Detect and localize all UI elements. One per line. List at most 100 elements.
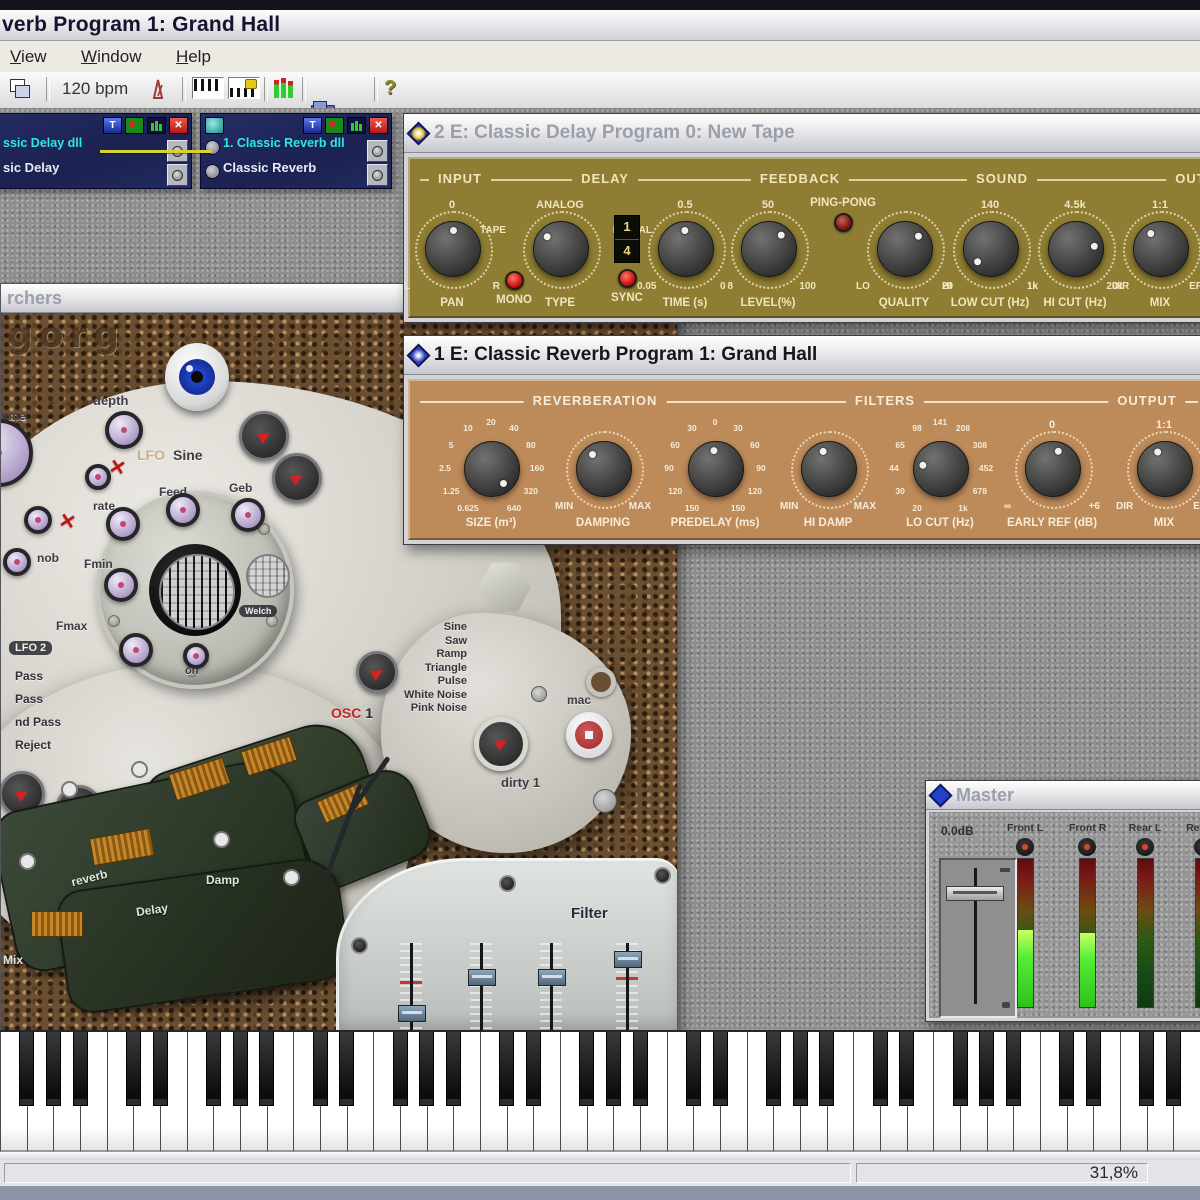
module-icon[interactable] (205, 117, 224, 134)
filter-slider-2[interactable] (467, 943, 495, 1030)
menu-help[interactable]: Help (176, 41, 211, 72)
piano-keyboard[interactable] (0, 1030, 1200, 1154)
module-meter-icon[interactable] (147, 117, 166, 134)
level-meter-icon[interactable] (272, 77, 296, 99)
piano-black-key[interactable] (793, 1032, 808, 1106)
module-button[interactable] (367, 164, 388, 186)
predelay-knob[interactable]: 1501209060300306090120150 (663, 435, 767, 501)
menu-window[interactable]: Window (81, 41, 141, 72)
piano-black-key[interactable] (633, 1032, 648, 1106)
piano-black-key[interactable] (766, 1032, 781, 1106)
geb-label: Geb (229, 481, 252, 495)
piano-black-key[interactable] (1139, 1032, 1154, 1106)
piano-black-key[interactable] (339, 1032, 354, 1106)
piano-black-key[interactable] (1086, 1032, 1101, 1106)
piano-black-key[interactable] (1059, 1032, 1074, 1106)
main-titlebar[interactable]: verb Program 1: Grand Hall (0, 10, 1200, 41)
module-close-icon[interactable]: ✕ (169, 117, 188, 134)
metronome-icon[interactable] (146, 77, 170, 101)
piano-black-key[interactable] (526, 1032, 541, 1106)
piano-black-key[interactable] (873, 1032, 888, 1106)
menu-view[interactable]: View (10, 41, 47, 72)
small-knob[interactable] (24, 506, 52, 534)
meter-peak-knob[interactable] (1078, 838, 1096, 856)
help-icon[interactable]: ? (384, 77, 396, 101)
piano-black-key[interactable] (73, 1032, 88, 1106)
geb-knob[interactable] (231, 498, 265, 532)
piano-black-key[interactable] (393, 1032, 408, 1106)
damping-knob[interactable] (551, 435, 655, 501)
mac-button[interactable] (566, 712, 612, 758)
knob-scale-value: 90 (664, 463, 673, 473)
reverb-mix-knob[interactable] (1112, 435, 1200, 501)
locut-knob[interactable]: 20304465981412083084526781k (888, 435, 992, 501)
filter-slider-3[interactable] (537, 943, 565, 1030)
piano-black-key[interactable] (819, 1032, 834, 1106)
waveform-knob[interactable]: ▶ (356, 651, 398, 693)
piano-black-key[interactable] (206, 1032, 221, 1106)
module-button[interactable] (367, 140, 388, 162)
filter-slider-4[interactable] (613, 943, 641, 1030)
pingpong-led[interactable] (834, 213, 853, 232)
piano-black-key[interactable] (419, 1032, 434, 1106)
small-button[interactable] (531, 686, 547, 702)
size-knob[interactable]: 0.6251.252.5510204080160320640 (439, 435, 543, 501)
piano-black-key[interactable] (313, 1032, 328, 1106)
module-knob[interactable] (205, 164, 220, 179)
module-classic-reverb[interactable]: T ✕ 1. Classic Reverb dll Classic Reverb (200, 113, 392, 189)
module-palette-icon[interactable] (325, 117, 344, 134)
piano-black-key[interactable] (126, 1032, 141, 1106)
piano-black-key[interactable] (1166, 1032, 1181, 1106)
piano-black-key[interactable] (579, 1032, 594, 1106)
grid-knob[interactable] (246, 554, 290, 598)
small-knob[interactable] (3, 548, 31, 576)
piano-black-key[interactable] (19, 1032, 34, 1106)
piano-black-key[interactable] (446, 1032, 461, 1106)
module-close-icon[interactable]: ✕ (369, 117, 388, 134)
piano-black-key[interactable] (686, 1032, 701, 1106)
depth-knob[interactable] (105, 411, 143, 449)
piano-black-key[interactable] (233, 1032, 248, 1106)
filter-slider-1[interactable] (397, 943, 425, 1030)
module-connection-cable[interactable] (100, 150, 212, 153)
module-t-icon[interactable]: T (303, 117, 322, 134)
piano-black-key[interactable] (713, 1032, 728, 1106)
piano-black-key[interactable] (953, 1032, 968, 1106)
master-fader[interactable] (939, 858, 1017, 1018)
feed-knob[interactable] (166, 493, 200, 527)
dark-knob[interactable]: ▶ (272, 453, 322, 503)
mix-knob[interactable] (1108, 215, 1200, 281)
fmax-knob[interactable] (119, 633, 153, 667)
piano-black-key[interactable] (606, 1032, 621, 1106)
piano-black-key[interactable] (899, 1032, 914, 1106)
small-button[interactable] (593, 789, 617, 813)
piano-black-key[interactable] (1006, 1032, 1021, 1106)
main-dial-cap[interactable] (159, 554, 235, 630)
module-meter-icon[interactable] (347, 117, 366, 134)
hidamp-knob[interactable] (776, 435, 880, 501)
piano-black-key[interactable] (979, 1032, 994, 1106)
delay-window-titlebar[interactable]: 2 E: Classic Delay Program 0: New Tape (404, 114, 1200, 153)
earlyref-knob[interactable] (1000, 435, 1104, 501)
piano-black-key[interactable] (153, 1032, 168, 1106)
piano-black-key[interactable] (259, 1032, 274, 1106)
master-window-titlebar[interactable]: Master (926, 781, 1200, 810)
module-button[interactable] (167, 164, 188, 186)
dark-knob[interactable]: ▶ (239, 411, 289, 461)
meter-peak-knob[interactable] (1016, 838, 1034, 856)
master-fader-handle[interactable] (946, 886, 1004, 901)
bpm-display[interactable]: 120 bpm (62, 77, 128, 101)
meter-peak-knob[interactable] (1194, 838, 1200, 856)
instrument-rack-icon[interactable] (228, 77, 260, 99)
cascade-windows-icon[interactable] (8, 77, 34, 101)
dirty-knob[interactable]: ▶ (474, 717, 528, 771)
module-t-icon[interactable]: T (103, 117, 122, 134)
keyboard-icon[interactable] (192, 77, 224, 99)
meter-peak-knob[interactable] (1136, 838, 1154, 856)
piano-black-key[interactable] (499, 1032, 514, 1106)
fmin-knob[interactable] (104, 568, 138, 602)
reverb-window-titlebar[interactable]: 1 E: Classic Reverb Program 1: Grand Hal… (404, 336, 1200, 375)
module-palette-icon[interactable] (125, 117, 144, 134)
piano-black-key[interactable] (46, 1032, 61, 1106)
rate-knob[interactable] (106, 507, 140, 541)
